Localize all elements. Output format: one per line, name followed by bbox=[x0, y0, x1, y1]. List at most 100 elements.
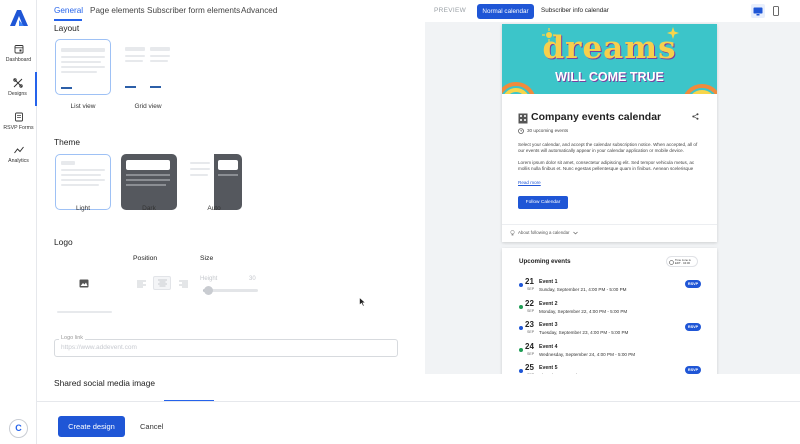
upcoming-events-card: Upcoming events Time zone is EDT · 04:00… bbox=[502, 248, 717, 374]
timezone-badge[interactable]: Time zone is EDT · 04:00 bbox=[666, 256, 698, 267]
event-row[interactable]: 25SEP Event 5 Thursday, September 25, 4:00… bbox=[502, 363, 717, 374]
align-left-icon[interactable] bbox=[137, 280, 146, 288]
tab-subscriber-form-elements[interactable]: Subscriber form elements bbox=[147, 6, 240, 15]
rsvp-button[interactable]: RSVP bbox=[685, 366, 701, 374]
footer-bar: Create design Cancel bbox=[37, 401, 800, 444]
addevent-logo-icon[interactable] bbox=[10, 10, 28, 26]
event-row[interactable]: 21 SEP Event 1 Sunday, September 21, 4:00 P… bbox=[502, 277, 717, 298]
preview-toolbar: PREVIEW Normal calendar Subscriber info … bbox=[425, 0, 800, 22]
logo-link-label: Logo link bbox=[59, 335, 86, 341]
sidebar: Dashboard Designs RSVP Forms Analytics C bbox=[0, 0, 37, 444]
event-row[interactable]: 22 SEP Event 2 Monday, September 22, 4:00 P… bbox=[502, 299, 717, 320]
avatar[interactable]: C bbox=[9, 419, 28, 438]
height-value: 30 bbox=[249, 276, 256, 282]
follow-calendar-button[interactable]: Follow Calendar bbox=[518, 196, 568, 209]
height-slider[interactable] bbox=[203, 286, 258, 295]
layout-option-list-view[interactable] bbox=[55, 39, 111, 95]
layout-option-grid-view[interactable] bbox=[120, 39, 176, 95]
calendar-banner: dreams WILL COME TRUE bbox=[502, 24, 717, 94]
tab-general[interactable]: General bbox=[54, 6, 83, 15]
settings-panel: Layout List view Grid view Theme Light D… bbox=[37, 22, 425, 402]
size-label: Size bbox=[200, 255, 214, 262]
sidebar-item-label: Dashboard bbox=[5, 57, 32, 63]
calendar-lorem: Lorem ipsum dolor sit amet, consectetur … bbox=[518, 160, 695, 172]
logo-upload-area[interactable] bbox=[64, 270, 104, 300]
about-following-link[interactable]: About following a calendar bbox=[518, 230, 570, 235]
event-status-dot bbox=[519, 304, 523, 309]
event-day: 25 bbox=[525, 363, 534, 372]
event-name: Event 5 bbox=[539, 365, 558, 371]
sidebar-item-rsvp-forms[interactable]: RSVP Forms bbox=[0, 112, 37, 131]
chevron-down-icon bbox=[573, 231, 578, 235]
read-more-link[interactable]: Read more bbox=[518, 180, 541, 186]
height-label: Height bbox=[200, 276, 218, 282]
event-name: Event 4 bbox=[539, 343, 558, 350]
form-icon bbox=[14, 112, 23, 122]
mobile-view-button[interactable] bbox=[769, 4, 783, 18]
layout-option-label: List view bbox=[70, 103, 96, 110]
theme-option-auto[interactable] bbox=[186, 154, 242, 210]
sidebar-item-label: RSVP Forms bbox=[3, 125, 34, 131]
mouse-cursor-icon bbox=[359, 297, 366, 307]
align-center-icon bbox=[158, 279, 167, 287]
banner-dreams-text: dreams bbox=[542, 30, 677, 66]
theme-option-label: Light bbox=[75, 205, 91, 212]
event-month: SEP bbox=[527, 287, 535, 291]
lightbulb-icon bbox=[510, 230, 515, 236]
position-label: Position bbox=[133, 255, 158, 262]
normal-calendar-button[interactable]: Normal calendar bbox=[477, 4, 534, 19]
sidebar-item-dashboard[interactable]: Dashboard bbox=[0, 44, 37, 63]
event-day: 24 bbox=[525, 341, 534, 351]
design-tools-icon bbox=[12, 78, 23, 88]
desktop-view-button[interactable] bbox=[751, 4, 765, 18]
event-name: Event 3 bbox=[539, 322, 558, 328]
calendar-card: dreams WILL COME TRUE Company events cal… bbox=[502, 24, 717, 242]
event-date: Sunday, September 21, 4:00 PM - 5:00 PM bbox=[539, 287, 627, 292]
event-name: Event 2 bbox=[539, 300, 558, 307]
rsvp-button[interactable]: RSVP bbox=[685, 280, 701, 288]
event-date: Monday, September 22, 4:00 PM - 5:00 PM bbox=[539, 308, 628, 314]
event-date: Tuesday, September 23, 4:00 PM - 5:00 PM bbox=[539, 330, 629, 335]
sidebar-item-label: Analytics bbox=[8, 158, 29, 164]
theme-option-label: Dark bbox=[142, 205, 156, 212]
image-icon bbox=[79, 279, 89, 288]
logo-heading: Logo bbox=[54, 237, 73, 247]
theme-option-light[interactable] bbox=[55, 154, 111, 210]
align-center-button[interactable] bbox=[153, 276, 171, 290]
event-month: SEP bbox=[527, 330, 535, 334]
event-day: 22 bbox=[525, 298, 534, 308]
event-row[interactable]: 23 SEP Event 3 Tuesday, September 23, 4:00 … bbox=[502, 320, 717, 341]
building-icon bbox=[518, 113, 528, 124]
slider-handle[interactable] bbox=[204, 286, 213, 295]
sidebar-item-label: Designs bbox=[8, 91, 27, 97]
align-right-icon[interactable] bbox=[179, 280, 188, 288]
event-status-dot bbox=[519, 283, 523, 287]
share-icon[interactable] bbox=[692, 113, 699, 120]
app-window: Dashboard Designs RSVP Forms Analytics C… bbox=[0, 0, 800, 444]
timezone-text: Time zone is EDT · 04:00 bbox=[675, 257, 691, 265]
cancel-button[interactable]: Cancel bbox=[140, 416, 163, 437]
globe-icon bbox=[669, 259, 674, 265]
event-month: SEP bbox=[527, 308, 535, 313]
subscriber-info-calendar-button[interactable]: Subscriber info calendar bbox=[541, 7, 609, 14]
sidebar-item-analytics[interactable]: Analytics bbox=[0, 145, 37, 164]
event-day: 21 bbox=[525, 277, 534, 286]
event-status-dot bbox=[519, 347, 523, 352]
event-date: Wednesday, September 24, 4:00 PM - 5:00 … bbox=[539, 351, 636, 357]
chart-line-icon bbox=[13, 146, 24, 154]
calendar-description: Select your calendar, and accept the cal… bbox=[518, 142, 698, 154]
banner-subtitle-text: WILL COME TRUE bbox=[555, 70, 664, 84]
tab-advanced[interactable]: Advanced bbox=[241, 6, 277, 15]
rsvp-button[interactable]: RSVP bbox=[685, 323, 701, 331]
layout-option-label: Grid view bbox=[134, 103, 162, 110]
tab-page-elements[interactable]: Page elements bbox=[90, 6, 145, 15]
layout-heading: Layout bbox=[54, 23, 80, 33]
theme-option-label: Auto bbox=[207, 205, 221, 212]
event-month: SEP bbox=[527, 351, 535, 356]
event-row[interactable]: 24 SEP Event 4 Wednesday, September 24, 4:0… bbox=[502, 342, 717, 363]
divider bbox=[502, 224, 717, 225]
logo-link-placeholder: https://www.addevent.com bbox=[61, 344, 137, 351]
create-design-button[interactable]: Create design bbox=[58, 416, 125, 437]
sidebar-item-designs[interactable]: Designs bbox=[0, 72, 37, 106]
theme-option-dark[interactable] bbox=[121, 154, 177, 210]
